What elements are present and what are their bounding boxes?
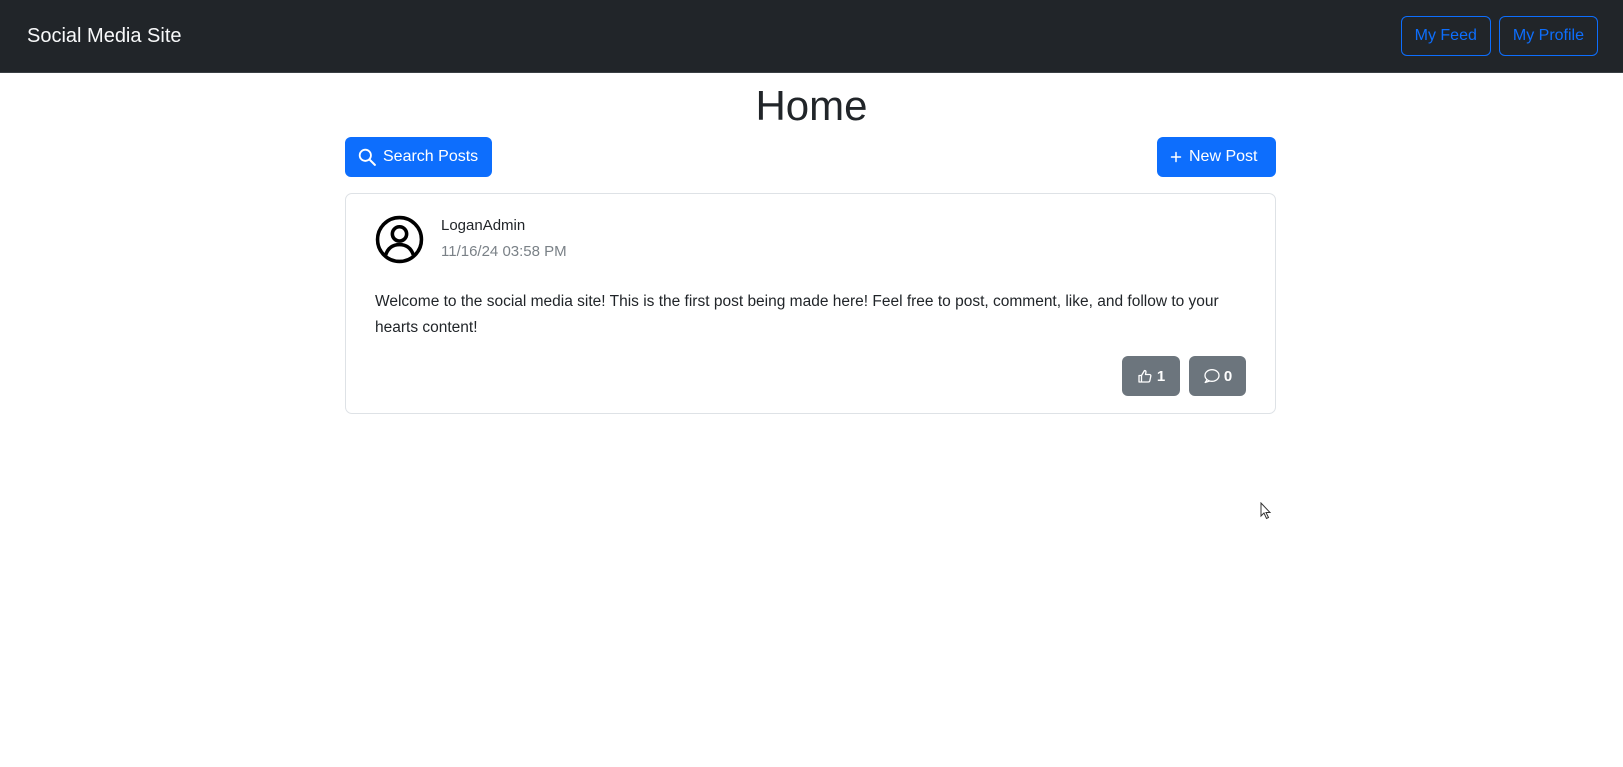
person-circle-icon[interactable] <box>375 215 424 264</box>
post-card[interactable]: LoganAdmin 11/16/24 03:58 PM Welcome to … <box>345 193 1276 414</box>
search-icon <box>358 148 376 166</box>
new-post-label: New Post <box>1189 148 1258 165</box>
search-posts-label: Search Posts <box>383 148 479 165</box>
brand[interactable]: Social Media Site <box>27 25 182 48</box>
action-bar: Search Posts New Post <box>345 137 1276 177</box>
search-posts-button[interactable]: Search Posts <box>345 137 492 177</box>
like-count: 1 <box>1156 367 1166 385</box>
like-button[interactable]: 1 <box>1122 356 1180 396</box>
comment-count: 0 <box>1223 367 1233 385</box>
post-body: Welcome to the social media site! This i… <box>375 293 1219 336</box>
post-timestamp: 11/16/24 03:58 PM <box>441 243 567 260</box>
chat-icon <box>1204 369 1220 384</box>
nav-buttons: My Feed My Profile <box>1400 16 1598 56</box>
page-title: Home <box>755 82 868 129</box>
post-author[interactable]: LoganAdmin <box>441 217 525 234</box>
new-post-button[interactable]: New Post <box>1157 137 1276 177</box>
thumbs-up-icon <box>1138 369 1152 383</box>
plus-icon <box>1170 151 1182 163</box>
my-profile-button[interactable]: My Profile <box>1498 16 1598 56</box>
my-feed-button[interactable]: My Feed <box>1400 16 1491 56</box>
navbar: Social Media Site My Feed My Profile <box>0 0 1623 73</box>
post-footer: 1 0 <box>1122 356 1246 396</box>
comment-button[interactable]: 0 <box>1189 356 1246 396</box>
mouse-cursor-icon <box>1260 502 1272 520</box>
